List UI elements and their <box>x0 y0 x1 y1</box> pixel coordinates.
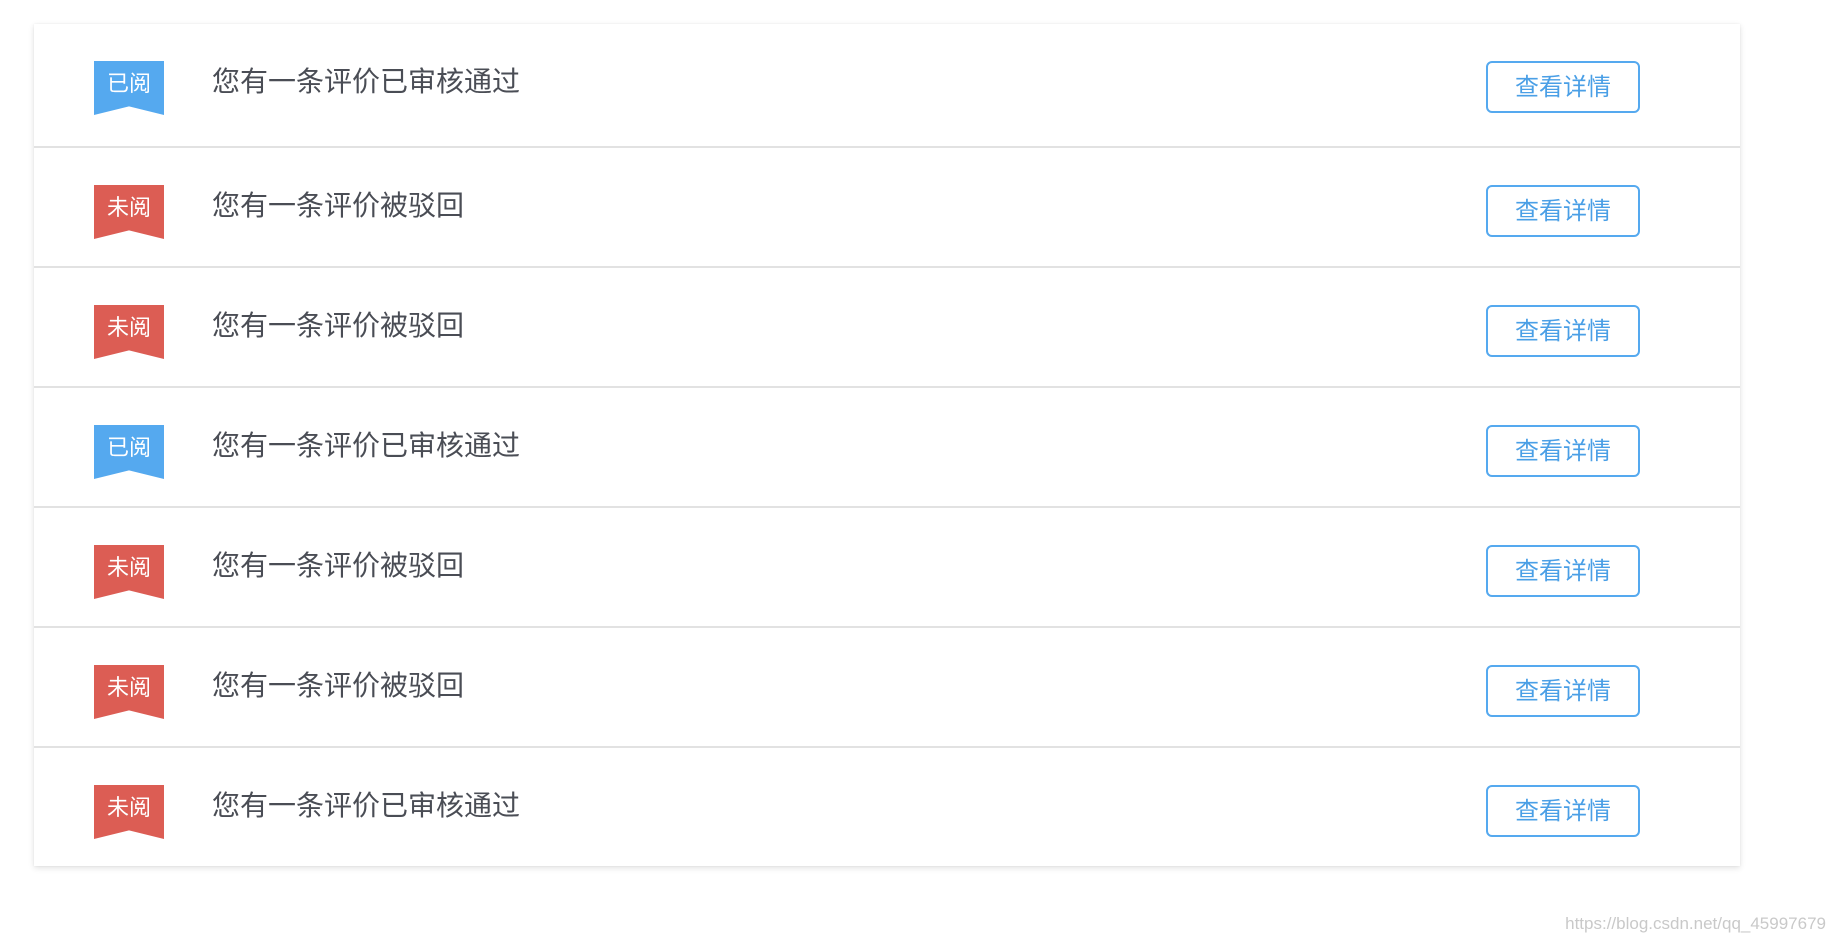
notification-message: 您有一条评价已审核通过 <box>212 789 521 822</box>
notification-row: 未阅 您有一条评价被驳回 查看详情 <box>34 506 1740 626</box>
view-details-button[interactable]: 查看详情 <box>1486 305 1640 357</box>
view-details-button[interactable]: 查看详情 <box>1486 545 1640 597</box>
notification-list: 已阅 您有一条评价已审核通过 查看详情 未阅 您有一条评价被驳回 查看详情 未阅… <box>34 24 1740 866</box>
status-badge: 未阅 <box>94 785 164 839</box>
view-details-button[interactable]: 查看详情 <box>1486 185 1640 237</box>
status-badge: 未阅 <box>94 185 164 239</box>
status-badge: 已阅 <box>94 61 164 115</box>
notification-row: 未阅 您有一条评价被驳回 查看详情 <box>34 146 1740 266</box>
status-badge: 未阅 <box>94 545 164 599</box>
notification-message: 您有一条评价被驳回 <box>212 309 465 342</box>
status-badge: 未阅 <box>94 665 164 719</box>
view-details-button[interactable]: 查看详情 <box>1486 425 1640 477</box>
notification-message: 您有一条评价已审核通过 <box>212 429 521 462</box>
notification-row: 已阅 您有一条评价已审核通过 查看详情 <box>34 24 1740 146</box>
status-badge: 已阅 <box>94 425 164 479</box>
notification-message: 您有一条评价已审核通过 <box>212 65 521 98</box>
notification-row: 已阅 您有一条评价已审核通过 查看详情 <box>34 386 1740 506</box>
notification-row: 未阅 您有一条评价被驳回 查看详情 <box>34 266 1740 386</box>
notification-message: 您有一条评价被驳回 <box>212 189 465 222</box>
view-details-button[interactable]: 查看详情 <box>1486 785 1640 837</box>
view-details-button[interactable]: 查看详情 <box>1486 61 1640 113</box>
notification-row: 未阅 您有一条评价已审核通过 查看详情 <box>34 746 1740 866</box>
notification-row: 未阅 您有一条评价被驳回 查看详情 <box>34 626 1740 746</box>
watermark: https://blog.csdn.net/qq_45997679 <box>1565 914 1826 933</box>
notification-message: 您有一条评价被驳回 <box>212 669 465 702</box>
status-badge: 未阅 <box>94 305 164 359</box>
notification-message: 您有一条评价被驳回 <box>212 549 465 582</box>
view-details-button[interactable]: 查看详情 <box>1486 665 1640 717</box>
